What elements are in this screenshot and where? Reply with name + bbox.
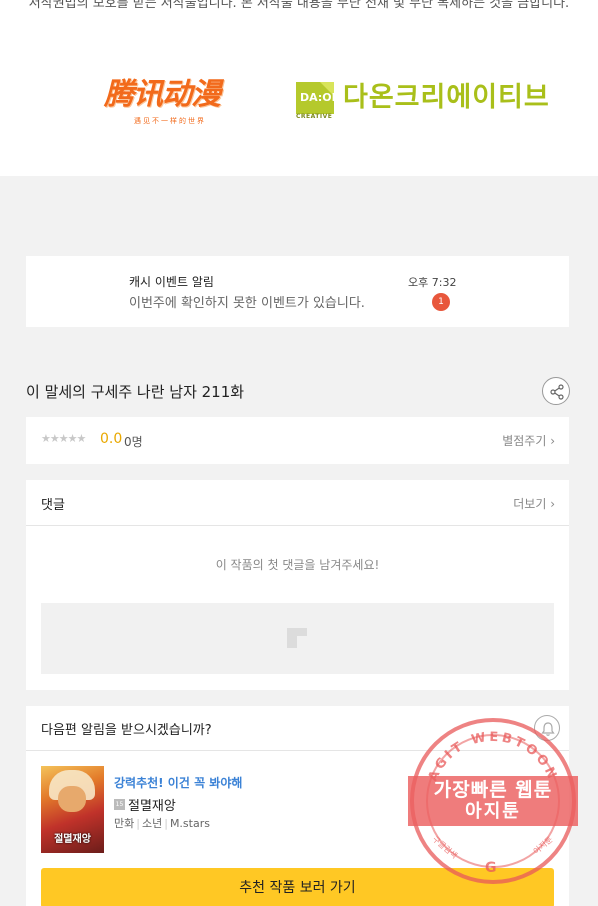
watermark-line2: 아지툰 bbox=[465, 801, 521, 822]
rate-button[interactable]: 별점주기 › bbox=[502, 432, 555, 449]
publisher-section: 저작권법의 보호를 받는 저작물입니다. 본 저작물 내용을 무단 전재 및 무… bbox=[0, 0, 598, 176]
promo-text: 강력추천! 이건 꼭 봐야해 bbox=[114, 776, 243, 790]
tencent-logo-slogan: 遇见不一样的世界 bbox=[134, 117, 206, 125]
comment-input-box[interactable] bbox=[41, 603, 554, 674]
watermark-line1: 가장빠른 웹툰 bbox=[433, 779, 553, 801]
copyright-notice: 저작권법의 보호를 받는 저작물입니다. 본 저작물 내용을 무단 전재 및 무… bbox=[28, 0, 570, 11]
tencent-logo-text: 腾讯动漫 bbox=[104, 77, 221, 112]
meta-separator: | bbox=[136, 817, 140, 830]
rating-voter-count: 0명 bbox=[124, 435, 143, 449]
episode-title: 이 말세의 구세주 나란 남자 211화 bbox=[26, 383, 245, 401]
work-category: 소년 bbox=[141, 817, 163, 830]
meta-separator: | bbox=[164, 817, 168, 830]
rating-section: ★★★★★ 0.0 0명 별점주기 › bbox=[26, 417, 569, 464]
comments-more-link[interactable]: 더보기 › bbox=[513, 495, 555, 512]
daon-logo-sub: CREATIVE bbox=[296, 113, 333, 120]
subscribe-question: 다음편 알림을 받으시겠습니까? bbox=[41, 723, 212, 738]
work-author: M.stars bbox=[169, 817, 210, 830]
watermark-g-mark: G bbox=[485, 860, 497, 876]
notification-count-badge: 1 bbox=[432, 293, 450, 311]
share-button[interactable] bbox=[542, 377, 570, 405]
rating-stars: ★★★★★ bbox=[41, 432, 86, 445]
notification-body: 이번주에 확인하지 못한 이벤트가 있습니다. bbox=[129, 296, 365, 311]
comment-placeholder-icon bbox=[287, 628, 307, 648]
rating-score: 0.0 bbox=[100, 431, 123, 447]
age-rating-badge: 15 bbox=[114, 799, 125, 810]
daon-mark-text: DA:ON bbox=[300, 91, 341, 104]
work-meta: 만화 | 소년 | M.stars bbox=[114, 815, 210, 831]
work-genre: 만화 bbox=[114, 817, 135, 830]
comments-header: 댓글 더보기 › bbox=[26, 480, 569, 526]
work-title-row[interactable]: 15 절멸재앙 bbox=[114, 794, 176, 814]
daon-logo-mark: DA:ON bbox=[296, 82, 341, 114]
cash-event-notification[interactable]: 캐시 이벤트 알림 이번주에 확인하지 못한 이벤트가 있습니다. 오후 7:3… bbox=[26, 256, 569, 327]
recommended-work-thumbnail[interactable]: 절멸재앙 bbox=[41, 766, 104, 853]
tencent-comics-logo: 腾讯动漫 遇见不一样的世界 bbox=[104, 78, 236, 130]
notification-time: 오후 7:32 bbox=[408, 276, 457, 289]
comments-empty-message: 이 작품의 첫 댓글을 남겨주세요! bbox=[215, 558, 380, 572]
notification-title: 캐시 이벤트 알림 bbox=[129, 275, 214, 289]
watermark-band: 가장빠른 웹툰 아지툰 bbox=[408, 776, 578, 826]
share-icon bbox=[550, 384, 564, 400]
recommended-work-title: 절멸재앙 bbox=[128, 799, 176, 814]
daon-logo-text: 다온크리에이티브 bbox=[343, 82, 550, 113]
thumbnail-caption: 절멸재앙 bbox=[54, 834, 91, 845]
agit-webtoon-watermark-stamp: AGIT WEBTOON 가장빠른 웹툰 아지툰 구글검색 아지툰 G bbox=[408, 716, 578, 886]
comments-title: 댓글 bbox=[41, 498, 65, 513]
comments-section: 댓글 더보기 › 이 작품의 첫 댓글을 남겨주세요! bbox=[26, 480, 569, 690]
